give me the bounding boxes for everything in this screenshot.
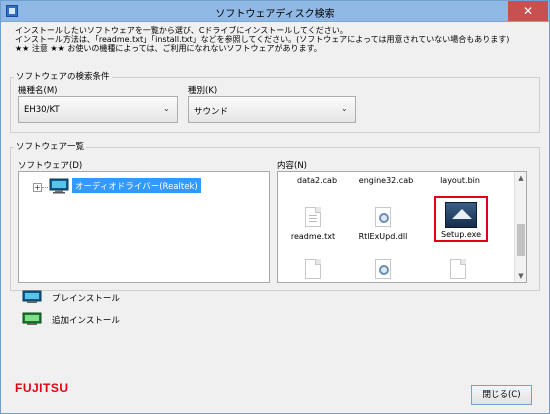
file-readme-txt[interactable]: readme.txt <box>278 232 348 241</box>
contents-scrollbar[interactable]: ▲ ▼ <box>514 172 526 282</box>
tree-connector <box>42 187 48 188</box>
settings-file-icon <box>375 259 391 279</box>
contents-label: 内容(N) <box>277 161 307 171</box>
type-select[interactable]: サウンド ⌄ <box>188 96 356 123</box>
file-engine32-cab[interactable]: engine32.cab <box>351 176 421 185</box>
instruction-line-3: ★★ 注意 ★★ お使いの機種によっては、ご利用になれないソフトウェアがあります… <box>15 44 322 53</box>
preinstall-computer-icon <box>49 178 69 194</box>
file-layout-bin[interactable]: layout.bin <box>425 176 495 185</box>
scroll-thumb[interactable] <box>517 224 525 256</box>
dll-file-icon <box>375 207 391 227</box>
software-tree[interactable]: + オーディオドライバー(Realtek) <box>18 171 270 283</box>
instruction-line-2: インストール方法は、「readme.txt」「install.txt」などを参照… <box>15 35 510 44</box>
instruction-line-1: インストールしたいソフトウェアを一覧から選び、Cドライブにインストールしてくださ… <box>15 26 348 35</box>
scroll-up-icon[interactable]: ▲ <box>515 172 527 184</box>
scroll-down-icon[interactable]: ▼ <box>515 270 527 282</box>
file-setup-exe[interactable]: Setup.exe <box>426 230 496 239</box>
close-button[interactable]: 閉じる(C) <box>471 385 532 405</box>
chevron-down-icon: ⌄ <box>163 104 170 113</box>
tree-item-audio-driver[interactable]: オーディオドライバー(Realtek) <box>72 178 201 193</box>
model-select[interactable]: EH30/KT ⌄ <box>18 96 178 123</box>
type-value: サウンド <box>194 107 229 117</box>
additional-install-legend-icon <box>22 312 42 325</box>
fujitsu-logo: FUJITSU <box>15 381 69 395</box>
file-icon <box>450 259 466 279</box>
file-data2-cab[interactable]: data2.cab <box>282 176 352 185</box>
text-file-icon <box>305 207 321 227</box>
chevron-down-icon: ⌄ <box>341 104 348 113</box>
software-label: ソフトウェア(D) <box>18 161 83 171</box>
type-label: 種別(K) <box>188 86 218 96</box>
search-conditions-title: ソフトウェアの検索条件 <box>14 70 112 82</box>
window-title: ソフトウェアディスク検索 <box>215 9 335 20</box>
model-label: 機種名(M) <box>18 86 58 96</box>
preinstall-legend-label: プレインストール <box>52 294 120 304</box>
file-icon <box>305 259 321 279</box>
file-rtlexupd-dll[interactable]: RtlExUpd.dll <box>348 232 418 241</box>
window-close-button[interactable]: ✕ <box>508 1 548 21</box>
instructions: インストールしたいソフトウェアを一覧から選び、Cドライブにインストールしてくださ… <box>15 26 540 53</box>
preinstall-legend-icon <box>22 290 42 303</box>
expand-icon[interactable]: + <box>33 183 42 192</box>
software-disc-search-window: ソフトウェアディスク検索 ✕ インストールしたいソフトウェアを一覧から選び、Cド… <box>0 0 550 414</box>
model-value: EH30/KT <box>24 105 60 115</box>
setup-exe-icon[interactable] <box>445 202 477 228</box>
software-list-title: ソフトウェア一覧 <box>14 140 87 152</box>
additional-install-legend-label: 追加インストール <box>52 316 120 326</box>
title-bar: ソフトウェアディスク検索 ✕ <box>1 1 549 22</box>
